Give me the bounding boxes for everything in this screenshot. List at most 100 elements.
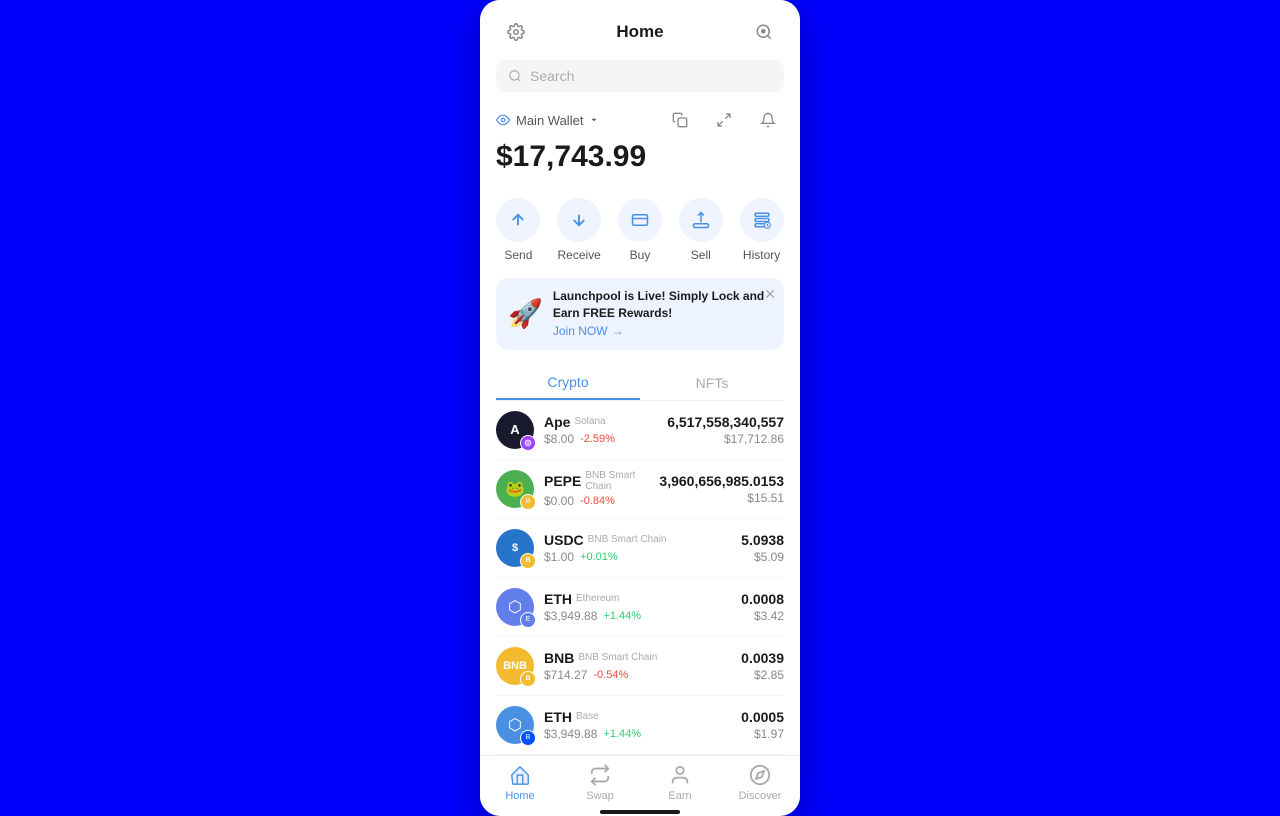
earn-icon: [669, 764, 691, 786]
scan-button[interactable]: [748, 16, 780, 48]
asset-item-bnb[interactable]: BNB B BNB BNB Smart Chain $714.27 -0.54%…: [496, 637, 784, 696]
bnb-change: -0.54%: [593, 669, 628, 681]
pepe-amount: 3,960,656,985.0153: [659, 473, 784, 489]
bnb-chain: BNB Smart Chain: [578, 652, 657, 663]
history-button[interactable]: History: [740, 198, 784, 262]
ape-name: Ape: [544, 414, 570, 430]
eth-base-info: ETH Base $3,949.88 +1.44%: [544, 709, 741, 741]
wallet-actions: [664, 104, 784, 136]
eth-chain-badge: E: [520, 612, 536, 628]
bottom-nav: Home Swap Earn Discover: [480, 755, 800, 806]
ape-amount: 6,517,558,340,557: [667, 414, 784, 430]
asset-item-ape[interactable]: A ◎ Ape Solana $8.00 -2.59% 6,517,558,34…: [496, 401, 784, 460]
usdc-amount: 5.0938: [741, 532, 784, 548]
launchpool-banner: 🚀 Launchpool is Live! Simply Lock and Ea…: [496, 278, 784, 350]
eth-name: ETH: [544, 591, 572, 607]
send-icon: [496, 198, 540, 242]
search-placeholder: Search: [530, 68, 574, 84]
eth-base-price: $3,949.88: [544, 727, 597, 741]
banner-icon: 🚀: [508, 297, 543, 330]
receive-button[interactable]: Receive: [557, 198, 601, 262]
eth-base-chain: Base: [576, 711, 599, 722]
bnb-name: BNB: [544, 650, 574, 666]
eth-base-chain-badge: B: [520, 730, 536, 746]
ape-chain-badge: ◎: [520, 435, 536, 451]
buy-icon: [618, 198, 662, 242]
eth-amount: 0.0008: [741, 591, 784, 607]
eth-base-change: +1.44%: [603, 728, 641, 740]
send-label: Send: [504, 248, 532, 262]
pepe-chain: BNB Smart Chain: [585, 470, 659, 492]
nav-earn[interactable]: Earn: [640, 764, 720, 802]
usdc-values: 5.0938 $5.09: [741, 532, 784, 564]
pepe-usd: $15.51: [659, 491, 784, 505]
banner-title: Launchpool is Live! Simply Lock and Earn…: [553, 288, 772, 322]
tab-crypto[interactable]: Crypto: [496, 366, 640, 400]
page-title: Home: [616, 22, 663, 42]
tab-nfts[interactable]: NFTs: [640, 366, 784, 400]
phone-container: Home Search Main Wallet: [480, 0, 800, 816]
pepe-values: 3,960,656,985.0153 $15.51: [659, 473, 784, 505]
eth-base-values: 0.0005 $1.97: [741, 709, 784, 741]
asset-item-eth-base[interactable]: ⬡ B ETH Base $3,949.88 +1.44% 0.0005 $1.…: [496, 696, 784, 755]
join-now-button[interactable]: Join NOW →: [553, 324, 624, 338]
pepe-chain-badge: B: [520, 494, 536, 510]
asset-item-eth[interactable]: ⬡ E ETH Ethereum $3,949.88 +1.44% 0.0008…: [496, 578, 784, 637]
asset-list: A ◎ Ape Solana $8.00 -2.59% 6,517,558,34…: [480, 401, 800, 755]
bnb-price: $714.27: [544, 668, 587, 682]
pepe-price: $0.00: [544, 494, 574, 508]
asset-tabs: Crypto NFTs: [496, 366, 784, 401]
wallet-name: Main Wallet: [516, 113, 583, 128]
bell-button[interactable]: [752, 104, 784, 136]
history-icon: [740, 198, 784, 242]
history-label: History: [743, 248, 780, 262]
home-icon: [509, 764, 531, 786]
settings-button[interactable]: [500, 16, 532, 48]
pepe-change: -0.84%: [580, 495, 615, 507]
nav-discover[interactable]: Discover: [720, 764, 800, 802]
nav-earn-label: Earn: [668, 790, 691, 802]
receive-icon: [557, 198, 601, 242]
ape-chain: Solana: [574, 416, 605, 427]
bnb-token-icon: BNB B: [496, 647, 534, 685]
eth-base-usd: $1.97: [741, 727, 784, 741]
eth-price: $3,949.88: [544, 609, 597, 623]
home-indicator: [600, 810, 680, 814]
nav-home[interactable]: Home: [480, 764, 560, 802]
expand-button[interactable]: [708, 104, 740, 136]
search-bar[interactable]: Search: [496, 60, 784, 92]
usdc-chain-badge: B: [520, 553, 536, 569]
banner-text: Launchpool is Live! Simply Lock and Earn…: [553, 288, 772, 340]
banner-close-button[interactable]: ✕: [764, 286, 776, 303]
bnb-amount: 0.0039: [741, 650, 784, 666]
chevron-down-icon: [589, 115, 599, 125]
bnb-usd: $2.85: [741, 668, 784, 682]
swap-icon: [589, 764, 611, 786]
header: Home: [480, 0, 800, 56]
sell-icon: [679, 198, 723, 242]
usdc-usd: $5.09: [741, 550, 784, 564]
send-button[interactable]: Send: [496, 198, 540, 262]
nav-discover-label: Discover: [739, 790, 782, 802]
ape-values: 6,517,558,340,557 $17,712.86: [667, 414, 784, 446]
action-buttons: Send Receive Buy: [480, 182, 800, 270]
eth-base-amount: 0.0005: [741, 709, 784, 725]
usdc-name: USDC: [544, 532, 584, 548]
usdc-token-icon: $ B: [496, 529, 534, 567]
bnb-chain-badge: B: [520, 671, 536, 687]
buy-button[interactable]: Buy: [618, 198, 662, 262]
pepe-name: PEPE: [544, 473, 581, 489]
nav-home-label: Home: [505, 790, 534, 802]
eth-base-token-icon: ⬡ B: [496, 706, 534, 744]
eth-chain: Ethereum: [576, 593, 619, 604]
wallet-section: Main Wallet: [480, 104, 800, 182]
wallet-label: Main Wallet: [496, 113, 599, 128]
sell-button[interactable]: Sell: [679, 198, 723, 262]
ape-usd: $17,712.86: [667, 432, 784, 446]
eth-usd: $3.42: [741, 609, 784, 623]
copy-button[interactable]: [664, 104, 696, 136]
eth-token-icon: ⬡ E: [496, 588, 534, 626]
nav-swap[interactable]: Swap: [560, 764, 640, 802]
asset-item-usdc[interactable]: $ B USDC BNB Smart Chain $1.00 +0.01% 5.…: [496, 519, 784, 578]
asset-item-pepe[interactable]: 🐸 B PEPE BNB Smart Chain $0.00 -0.84% 3,…: [496, 460, 784, 519]
